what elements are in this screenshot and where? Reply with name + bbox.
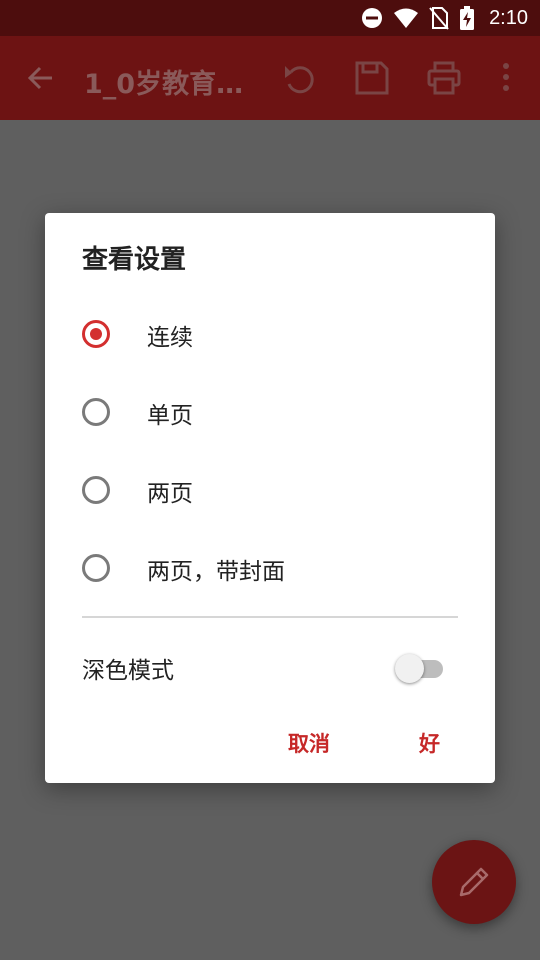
view-settings-dialog: 查看设置 连续 单页 两页 两页，带封面 深色模式 取消 好 bbox=[45, 213, 495, 783]
print-icon[interactable] bbox=[426, 60, 462, 100]
save-icon[interactable] bbox=[354, 60, 390, 100]
dark-mode-label: 深色模式 bbox=[82, 658, 174, 684]
do-not-disturb-icon bbox=[361, 7, 383, 29]
option-label: 两页，带封面 bbox=[147, 559, 285, 585]
toggle-thumb bbox=[395, 654, 424, 683]
app-bar: 1_0岁教育… bbox=[0, 36, 540, 120]
dark-mode-toggle[interactable] bbox=[395, 651, 447, 683]
option-label: 单页 bbox=[147, 403, 193, 429]
divider bbox=[82, 616, 458, 618]
option-label: 连续 bbox=[147, 325, 193, 351]
back-arrow-icon[interactable] bbox=[26, 64, 54, 96]
dialog-title: 查看设置 bbox=[82, 245, 187, 275]
wifi-icon bbox=[393, 7, 419, 29]
radio-unchecked-icon[interactable] bbox=[82, 554, 110, 582]
status-clock: 2:10 bbox=[489, 6, 528, 29]
option-two-pages-cover[interactable]: 两页，带封面 bbox=[82, 540, 462, 600]
radio-unchecked-icon[interactable] bbox=[82, 476, 110, 504]
option-single-page[interactable]: 单页 bbox=[82, 384, 462, 444]
option-label: 两页 bbox=[147, 481, 193, 507]
more-vert-icon[interactable] bbox=[500, 60, 512, 100]
undo-icon[interactable] bbox=[282, 60, 318, 100]
option-two-pages[interactable]: 两页 bbox=[82, 462, 462, 522]
status-icons: 2:10 bbox=[361, 6, 528, 30]
radio-unchecked-icon[interactable] bbox=[82, 398, 110, 426]
no-sim-icon bbox=[429, 6, 449, 30]
edit-fab-button[interactable] bbox=[432, 840, 516, 924]
radio-checked-icon[interactable] bbox=[82, 320, 110, 348]
ok-button[interactable]: 好 bbox=[419, 728, 440, 758]
battery-charging-icon bbox=[459, 6, 475, 30]
option-continuous[interactable]: 连续 bbox=[82, 306, 462, 366]
document-title: 1_0岁教育… bbox=[84, 69, 244, 100]
status-bar: 2:10 bbox=[0, 0, 540, 36]
cancel-button[interactable]: 取消 bbox=[288, 728, 330, 758]
